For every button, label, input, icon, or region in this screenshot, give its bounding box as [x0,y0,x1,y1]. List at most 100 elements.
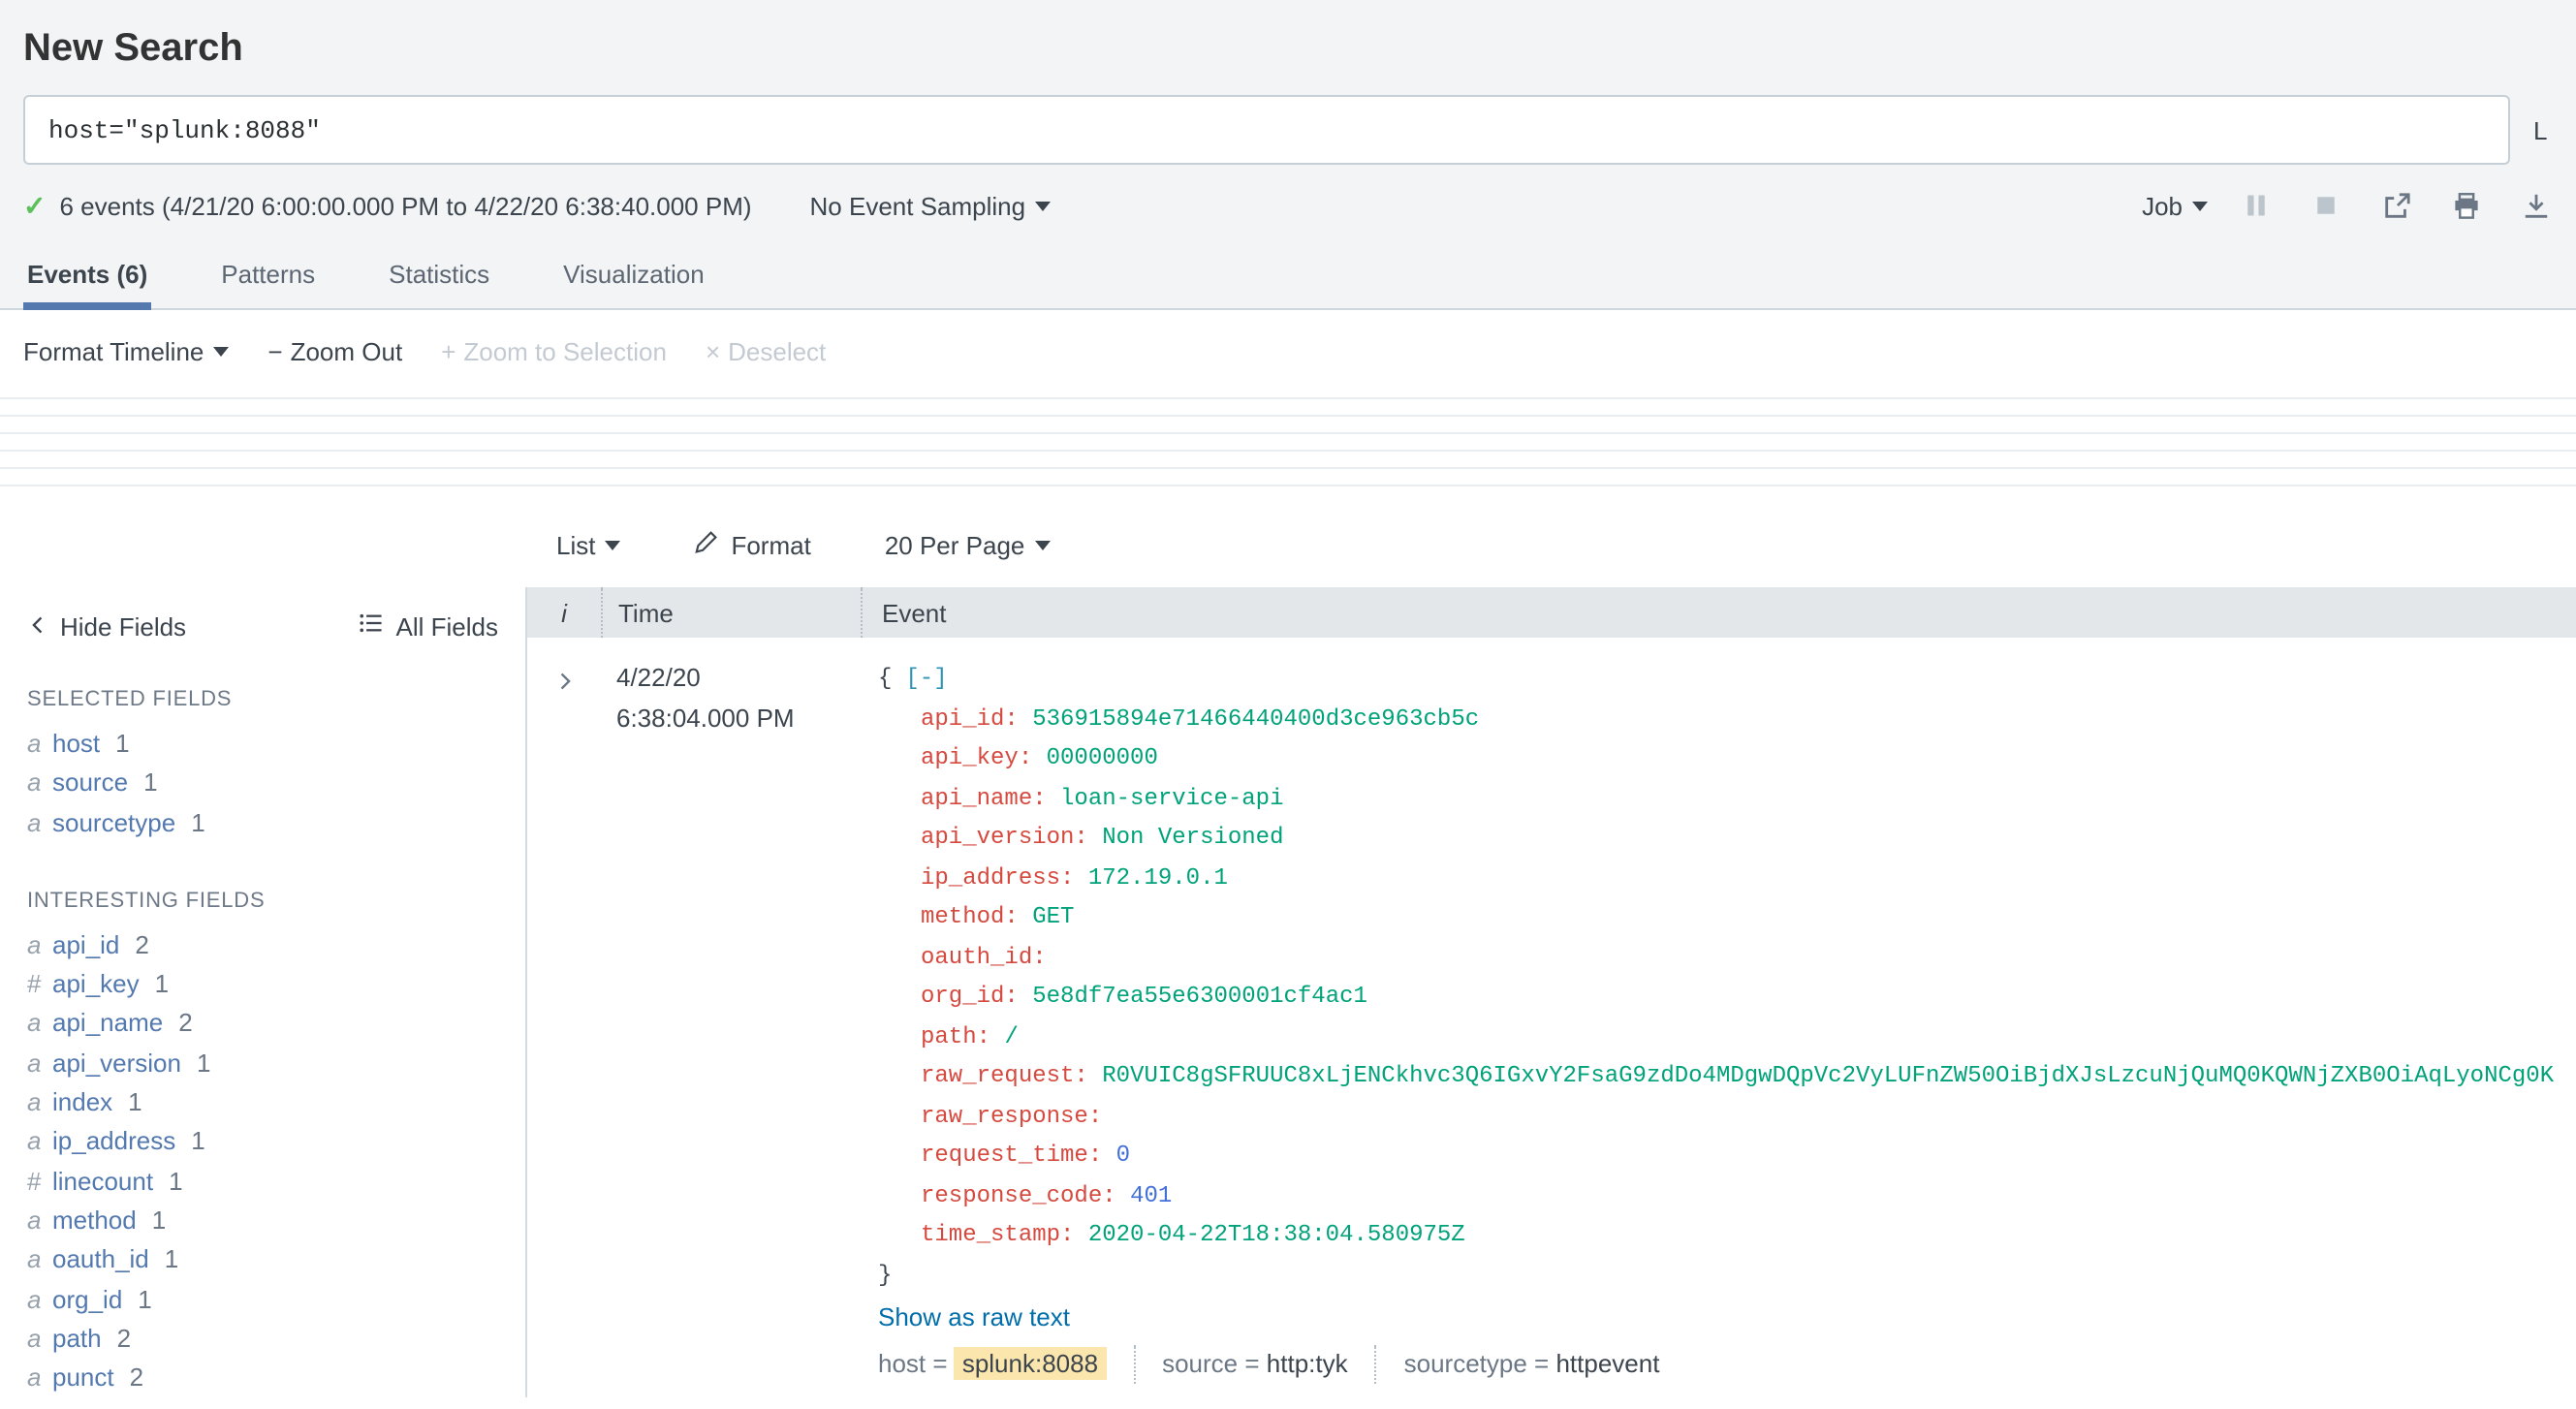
field-punct[interactable]: a punct 2 [27,1359,498,1398]
field-linecount[interactable]: # linecount 1 [27,1162,498,1202]
list-view-dropdown[interactable]: List [556,530,621,559]
json-key-response_code[interactable]: response_code: [921,1181,1116,1208]
json-value-method[interactable]: GET [1032,903,1074,930]
meta-value: splunk:8088 [954,1346,1107,1379]
json-value-api_id[interactable]: 536915894e71466440400d3ce963cb5c [1032,704,1479,732]
field-count: 1 [169,1166,183,1196]
time-range-picker[interactable]: L [2510,95,2576,165]
per-page-dropdown[interactable]: 20 Per Page [885,530,1051,559]
tab-statistics[interactable]: Statistics [385,242,493,310]
event-time: 6:38:04.000 PM [616,703,795,732]
field-path[interactable]: a path 2 [27,1320,498,1360]
search-header: New Search host="splunk:8088" L ✓ 6 even… [0,0,2576,310]
field-name: sourcetype [52,807,176,837]
json-key-ip_address[interactable]: ip_address: [921,863,1074,891]
collapse-toggle[interactable]: [-] [905,665,947,692]
numeric-field-type-icon: # [27,1166,42,1196]
field-count: 1 [115,729,130,758]
json-line-api_id: api_id: 536915894e71466440400d3ce963cb5c [878,699,2576,738]
download-icon[interactable] [2518,188,2553,223]
field-name: linecount [52,1166,154,1196]
event-timeline-chart[interactable] [0,397,2576,486]
tabs-row: Events (6) Patterns Statistics Visualizatio… [0,238,2576,310]
tab-patterns[interactable]: Patterns [217,242,319,310]
json-key-org_id[interactable]: org_id: [921,983,1019,1010]
expand-event-chevron-icon[interactable] [527,659,601,1383]
share-icon[interactable] [2378,188,2413,223]
json-key-api_name[interactable]: api_name: [921,784,1047,811]
json-value-api_key[interactable]: 00000000 [1047,744,1158,771]
meta-sourcetype[interactable]: sourcetype = httpevent [1374,1344,1687,1383]
json-key-oauth_id[interactable]: oauth_id: [921,943,1047,970]
pause-icon[interactable] [2239,188,2274,223]
meta-source[interactable]: source = http:tyk [1133,1344,1375,1383]
json-key-api_key[interactable]: api_key: [921,744,1032,771]
all-fields-label: All Fields [395,611,499,641]
field-api_version[interactable]: a api_version 1 [27,1045,498,1084]
column-header-event: Event [861,587,2576,638]
column-header-info: i [561,598,567,627]
field-source[interactable]: a source 1 [27,765,498,804]
tab-events-6[interactable]: Events (6) [23,242,152,310]
field-index[interactable]: a index 1 [27,1083,498,1123]
json-value-org_id[interactable]: 5e8df7ea55e6300001cf4ac1 [1032,983,1367,1010]
deselect-button[interactable]: × Deselect [706,337,826,366]
json-line-raw_response: raw_response: [878,1096,2576,1136]
json-key-api_id[interactable]: api_id: [921,704,1019,732]
meta-host[interactable]: host = splunk:8088 [878,1344,1133,1383]
json-value-request_time[interactable]: 0 [1116,1142,1130,1169]
json-field-lines: api_id: 536915894e71466440400d3ce963cb5c… [878,699,2576,1255]
field-name: path [52,1323,102,1353]
json-key-method[interactable]: method: [921,903,1019,930]
field-api_name[interactable]: a api_name 2 [27,1005,498,1045]
json-value-ip_address[interactable]: 172.19.0.1 [1088,863,1228,891]
search-bar[interactable]: host="splunk:8088" [23,95,2510,165]
field-api_key[interactable]: # api_key 1 [27,965,498,1005]
json-key-raw_request[interactable]: raw_request: [921,1062,1088,1089]
hide-fields-button[interactable]: Hide Fields [27,611,186,641]
json-key-raw_response[interactable]: raw_response: [921,1102,1102,1129]
meta-key: host [878,1348,927,1377]
json-value-response_code[interactable]: 401 [1130,1181,1172,1208]
field-api_id[interactable]: a api_id 2 [27,926,498,966]
json-key-time_stamp[interactable]: time_stamp: [921,1221,1074,1248]
event-sampling-dropdown[interactable]: No Event Sampling [810,191,1052,220]
field-name: api_version [52,1048,181,1078]
field-name: api_name [52,1008,164,1038]
list-icon [360,611,385,642]
json-key-request_time[interactable]: request_time: [921,1142,1102,1169]
close-brace: } [878,1261,893,1288]
search-query-input[interactable]: host="splunk:8088" [25,115,344,144]
print-icon[interactable] [2448,188,2483,223]
json-value-api_version[interactable]: Non Versioned [1102,824,1283,851]
field-sourcetype[interactable]: a sourcetype 1 [27,803,498,843]
stop-icon[interactable] [2309,188,2343,223]
field-ip_address[interactable]: a ip_address 1 [27,1123,498,1163]
json-value-raw_request[interactable]: R0VUIC8gSFRUUC8xLjENCkhvc3Q6IGxvY2FsaG9z… [1102,1062,2554,1089]
all-fields-button[interactable]: All Fields [360,611,499,642]
zoom-out-label: Zoom Out [290,337,403,366]
field-host[interactable]: a host 1 [27,725,498,765]
field-method[interactable]: a method 1 [27,1202,498,1241]
field-name: oauth_id [52,1244,149,1274]
events-table: i Time Event 4/22/20 6:38:04.000 PM {[-] [527,587,2576,1398]
string-field-type-icon: a [27,767,42,798]
json-value-time_stamp[interactable]: 2020-04-22T18:38:04.580975Z [1088,1221,1465,1248]
tab-visualization[interactable]: Visualization [559,242,708,310]
json-key-path[interactable]: path: [921,1022,990,1049]
json-key-api_version[interactable]: api_version: [921,824,1088,851]
zoom-to-selection-button[interactable]: + Zoom to Selection [441,337,667,366]
field-oauth_id[interactable]: a oauth_id 1 [27,1241,498,1281]
zoom-out-button[interactable]: − Zoom Out [267,337,402,366]
field-count: 2 [135,929,149,959]
field-org_id[interactable]: a org_id 1 [27,1280,498,1320]
json-value-path[interactable]: / [1004,1022,1018,1049]
json-value-api_name[interactable]: loan-service-api [1060,784,1283,811]
format-timeline-dropdown[interactable]: Format Timeline [23,337,230,366]
results-area: Format Timeline − Zoom Out + Zoom to Selec… [0,310,2576,1398]
time-range-label: L [2533,115,2548,144]
show-raw-text-link[interactable]: Show as raw text [878,1299,2576,1338]
job-menu[interactable]: Job [2142,191,2208,220]
event-cell: {[-] api_id: 536915894e71466440400d3ce96… [859,659,2576,1383]
format-results-button[interactable]: Format [694,529,811,560]
